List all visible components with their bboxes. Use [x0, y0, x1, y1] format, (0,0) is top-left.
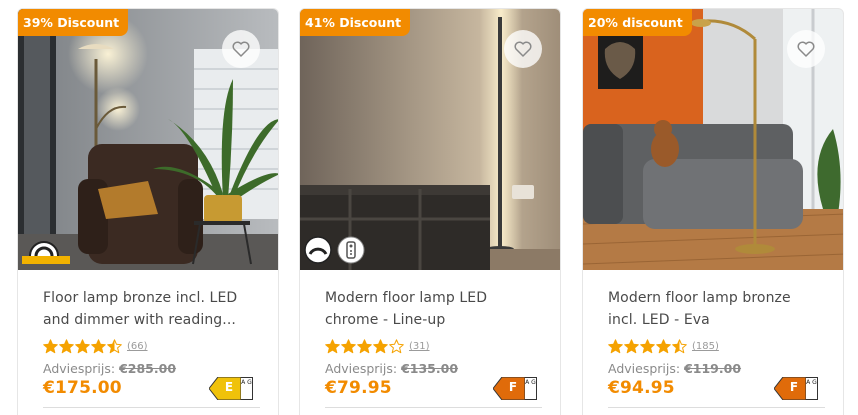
product-title[interactable]: Modern floor lamp bronze incl. LED - Eva — [608, 287, 828, 331]
advice-price: Adviesprijs: €135.00 — [325, 361, 458, 376]
product-image[interactable]: 20% discount — [583, 9, 843, 270]
star-full-icon — [91, 339, 106, 354]
star-full-icon — [640, 339, 655, 354]
star-full-icon — [59, 339, 74, 354]
product-rating: (185) — [608, 339, 719, 354]
title-line[interactable]: Modern floor lamp bronze — [608, 287, 828, 309]
star-full-icon — [341, 339, 356, 354]
old-price: €285.00 — [119, 361, 177, 376]
star-full-icon — [624, 339, 639, 354]
product-title[interactable]: Modern floor lamp LED chrome - Line-up — [325, 287, 545, 331]
energy-scale: A G — [806, 377, 818, 400]
title-line[interactable]: incl. LED - Eva — [608, 309, 828, 331]
title-line[interactable]: chrome - Line-up — [325, 309, 545, 331]
advice-price: Adviesprijs: €285.00 — [43, 361, 176, 376]
product-card[interactable]: 41% Discount Modern floor lamp LED chrom… — [299, 8, 561, 415]
energy-scale: A G — [525, 377, 537, 400]
product-rating: (66) — [43, 339, 148, 354]
wishlist-heart-icon[interactable] — [787, 30, 825, 68]
product-rating: (31) — [325, 339, 430, 354]
star-rating — [43, 339, 122, 354]
divider — [325, 407, 542, 408]
advice-price: Adviesprijs: €119.00 — [608, 361, 741, 376]
star-rating — [325, 339, 404, 354]
dimmable-icon — [304, 236, 332, 264]
wishlist-heart-icon[interactable] — [504, 30, 542, 68]
star-full-icon — [373, 339, 388, 354]
advice-label: Adviesprijs: — [608, 361, 681, 376]
discount-badge: 39% Discount — [18, 9, 129, 36]
title-line[interactable]: and dimmer with reading... — [43, 309, 263, 331]
discount-badge: 20% discount — [583, 9, 692, 36]
current-price: €79.95 — [325, 378, 392, 398]
energy-scale: A G — [241, 377, 253, 400]
star-full-icon — [43, 339, 58, 354]
star-rating — [608, 339, 687, 354]
review-count-link[interactable]: (31) — [409, 341, 430, 352]
energy-class-arrow: E — [208, 376, 242, 401]
star-half-icon — [107, 339, 122, 354]
star-full-icon — [656, 339, 671, 354]
energy-label[interactable]: F A G — [773, 376, 818, 401]
divider — [43, 407, 260, 408]
energy-class-arrow: F — [492, 376, 526, 401]
remote-control-icon — [337, 236, 365, 264]
advice-label: Adviesprijs: — [43, 361, 116, 376]
divider — [608, 407, 825, 408]
energy-label[interactable]: F A G — [492, 376, 537, 401]
current-price: €175.00 — [43, 378, 122, 398]
product-card[interactable]: 20% discount Modern floor lamp bronze in… — [582, 8, 844, 415]
review-count-link[interactable]: (185) — [692, 341, 719, 352]
wishlist-heart-icon[interactable] — [222, 30, 260, 68]
energy-class: F — [789, 380, 799, 394]
energy-class: E — [224, 380, 234, 394]
product-card[interactable]: 39% Discount Floor lamp bronze incl. LED… — [17, 8, 279, 415]
product-image[interactable]: 41% Discount — [300, 9, 560, 270]
star-full-icon — [75, 339, 90, 354]
energy-class: F — [508, 380, 518, 394]
star-half-icon — [672, 339, 687, 354]
review-count-link[interactable]: (66) — [127, 341, 148, 352]
star-empty-icon — [389, 339, 404, 354]
discount-badge: 41% Discount — [300, 9, 411, 36]
dimmable-icon — [22, 236, 70, 264]
old-price: €135.00 — [401, 361, 459, 376]
energy-class-arrow: F — [773, 376, 807, 401]
advice-label: Adviesprijs: — [325, 361, 398, 376]
product-title[interactable]: Floor lamp bronze incl. LED and dimmer w… — [43, 287, 263, 331]
star-full-icon — [325, 339, 340, 354]
title-line[interactable]: Modern floor lamp LED — [325, 287, 545, 309]
energy-label[interactable]: E A G — [208, 376, 253, 401]
old-price: €119.00 — [684, 361, 742, 376]
star-full-icon — [357, 339, 372, 354]
star-full-icon — [608, 339, 623, 354]
current-price: €94.95 — [608, 378, 675, 398]
product-image[interactable]: 39% Discount — [18, 9, 278, 270]
title-line[interactable]: Floor lamp bronze incl. LED — [43, 287, 263, 309]
